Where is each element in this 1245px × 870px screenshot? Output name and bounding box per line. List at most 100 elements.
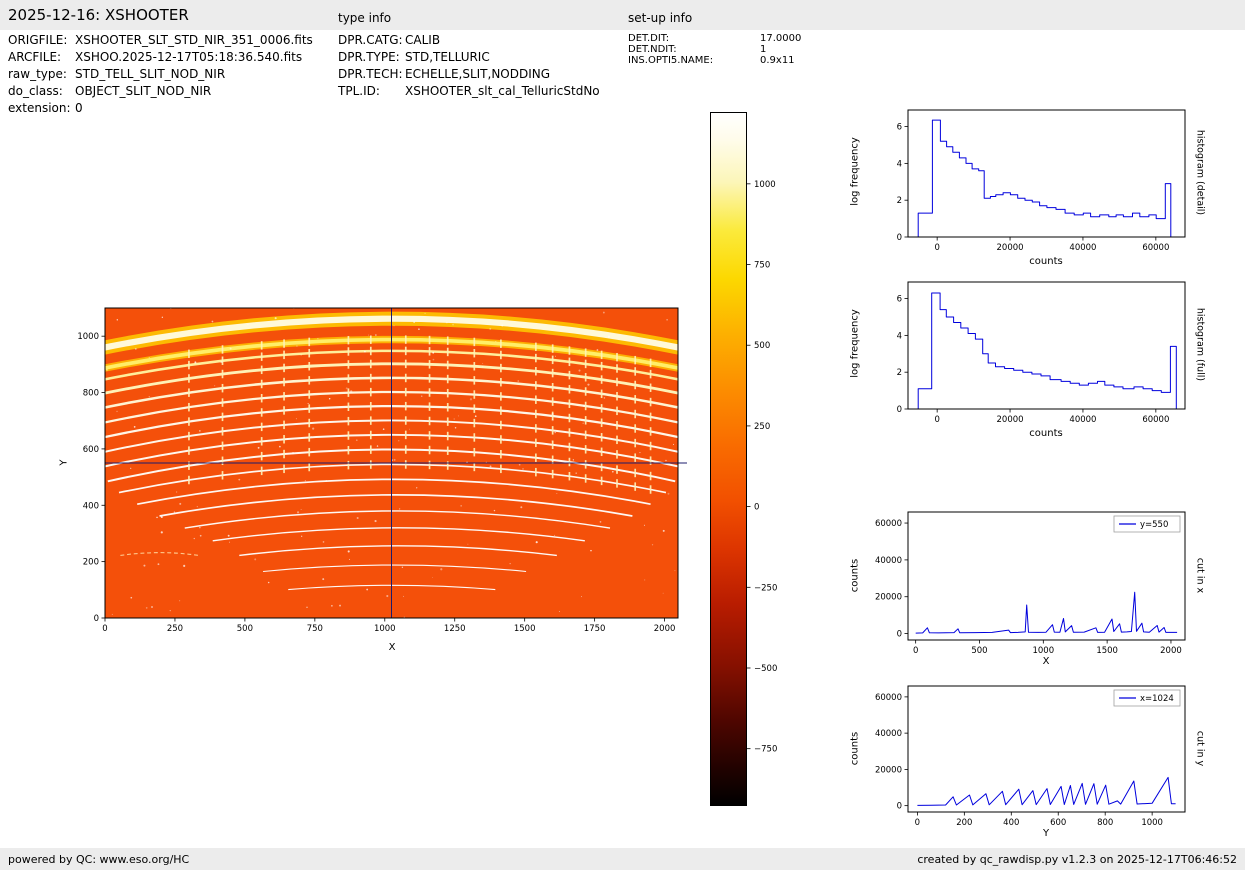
cut-in-y-plot: 0 200 400 600 800 1000 0 20000 40000 60000 x=1024 — [875, 685, 1186, 828]
svg-text:−750: −750 — [754, 745, 777, 755]
info-row-dprtech: DPR.TECH: ECHELLE,SLIT,NODDING — [338, 65, 600, 82]
svg-text:2000: 2000 — [1160, 646, 1182, 656]
histogram-detail-xlabel: counts — [1029, 256, 1063, 267]
svg-text:2: 2 — [897, 368, 902, 378]
svg-text:2000: 2000 — [654, 624, 676, 634]
info-value: 0 — [75, 100, 83, 115]
cut-in-x-ylabel: counts — [849, 558, 861, 593]
info-row-tplid: TPL.ID: XSHOOTER_slt_cal_TelluricStdNo — [338, 82, 600, 99]
info-label: TPL.ID: — [338, 83, 380, 98]
info-label: ARCFILE: — [8, 49, 62, 64]
info-value: STD_TELL_SLIT_NOD_NIR — [75, 66, 226, 81]
svg-text:750: 750 — [754, 261, 770, 271]
info-label: DET.NDIT: — [628, 44, 677, 55]
cut-in-y-ylabel: counts — [849, 731, 861, 766]
svg-text:200: 200 — [956, 818, 972, 828]
page-title: 2025-12-16: XSHOOTER — [8, 6, 189, 24]
svg-text:0: 0 — [897, 405, 902, 415]
svg-text:250: 250 — [167, 624, 183, 634]
info-value: 0.9x11 — [760, 55, 795, 66]
svg-text:500: 500 — [237, 624, 253, 634]
footer-right-text: created by qc_rawdisp.py v1.2.3 on 2025-… — [917, 852, 1237, 866]
info-value: STD,TELLURIC — [405, 49, 490, 64]
info-label: DPR.TECH: — [338, 66, 403, 81]
cut-in-y-side-label: cut in y — [1194, 730, 1206, 767]
info-label: INS.OPTI5.NAME: — [628, 55, 714, 66]
info-label: DET.DIT: — [628, 33, 670, 44]
qc-report-page: 2025-12-16: XSHOOTER type info set-up in… — [0, 0, 1245, 870]
histogram-detail-plot: 0 20000 40000 60000 0 2 4 6 — [897, 109, 1186, 253]
svg-text:500: 500 — [971, 646, 987, 656]
svg-text:1000: 1000 — [77, 332, 99, 342]
svg-text:1000: 1000 — [374, 624, 396, 634]
info-label: ORIGFILE: — [8, 32, 68, 47]
svg-text:0: 0 — [754, 503, 759, 513]
svg-text:400: 400 — [1003, 818, 1019, 828]
svg-text:60000: 60000 — [875, 519, 902, 529]
cut-in-x-xlabel: X — [1042, 656, 1050, 667]
svg-text:20000: 20000 — [997, 415, 1024, 425]
info-row-dprcatg: DPR.CATG: CALIB — [338, 31, 600, 48]
info-label: DPR.CATG: — [338, 32, 403, 47]
info-value: XSHOO.2025-12-17T05:18:36.540.fits — [75, 49, 303, 64]
svg-text:2: 2 — [897, 196, 902, 206]
svg-text:1750: 1750 — [584, 624, 606, 634]
svg-text:0: 0 — [915, 818, 920, 828]
info-row-rawtype: raw_type: STD_TELL_SLIT_NOD_NIR — [8, 65, 313, 82]
svg-text:20000: 20000 — [875, 593, 902, 603]
footer-left-text: powered by QC: www.eso.org/HC — [8, 852, 190, 866]
info-row-detdit: DET.DIT: 17.0000 — [628, 33, 801, 44]
colorbar: 1000 750 500 250 0 −250 −500 −750 — [710, 112, 777, 806]
info-value: CALIB — [405, 32, 441, 47]
svg-text:−500: −500 — [754, 664, 777, 674]
svg-text:60000: 60000 — [875, 693, 902, 703]
info-label: DPR.TYPE: — [338, 49, 400, 64]
info-value: 17.0000 — [760, 33, 802, 44]
svg-text:4: 4 — [897, 159, 902, 169]
info-label: do_class: — [8, 83, 63, 98]
info-value: OBJECT_SLIT_NOD_NIR — [75, 83, 212, 98]
svg-text:1500: 1500 — [514, 624, 536, 634]
raw-frame-axes: 0 250 500 750 1000 1250 1500 1750 2000 0 200 400 600… — [77, 307, 687, 634]
svg-text:40000: 40000 — [1069, 415, 1096, 425]
svg-text:40000: 40000 — [875, 729, 902, 739]
raw-frame-xlabel: X — [388, 642, 396, 653]
info-row-extension: extension: 0 — [8, 99, 313, 116]
file-info-column: ORIGFILE: XSHOOTER_SLT_STD_NIR_351_0006.f… — [8, 31, 313, 116]
svg-text:0: 0 — [934, 243, 939, 253]
cut-in-x-side-label: cut in x — [1194, 557, 1206, 594]
svg-text:x=1024: x=1024 — [1140, 694, 1174, 704]
svg-text:40000: 40000 — [875, 556, 902, 566]
svg-text:−250: −250 — [754, 583, 777, 593]
info-label: raw_type: — [8, 66, 67, 81]
svg-text:60000: 60000 — [1142, 243, 1169, 253]
svg-text:y=550: y=550 — [1140, 520, 1168, 530]
info-row-detndit: DET.NDIT: 1 — [628, 44, 801, 55]
setup-info-column: DET.DIT: 17.0000 DET.NDIT: 1 INS.OPTI5.NAM… — [628, 33, 801, 66]
svg-text:750: 750 — [307, 624, 323, 634]
histogram-full-side-label: histogram (full) — [1194, 307, 1206, 382]
histogram-full-xlabel: counts — [1029, 428, 1063, 439]
info-value: XSHOOTER_slt_cal_TelluricStdNo — [405, 83, 600, 98]
svg-text:0: 0 — [897, 630, 902, 640]
svg-text:1500: 1500 — [1096, 646, 1118, 656]
setup-info-heading: set-up info — [628, 11, 693, 25]
svg-text:400: 400 — [83, 501, 99, 511]
info-row-origfile: ORIGFILE: XSHOOTER_SLT_STD_NIR_351_0006.f… — [8, 31, 313, 48]
info-value: ECHELLE,SLIT,NODDING — [405, 66, 551, 81]
svg-text:800: 800 — [83, 389, 99, 399]
info-label: extension: — [8, 100, 71, 115]
svg-text:20000: 20000 — [875, 765, 902, 775]
svg-text:20000: 20000 — [997, 243, 1024, 253]
histogram-detail-ylabel: log frequency — [849, 137, 861, 206]
svg-text:0: 0 — [897, 802, 902, 812]
info-row-arcfile: ARCFILE: XSHOO.2025-12-17T05:18:36.540.fi… — [8, 48, 313, 65]
svg-text:0: 0 — [94, 614, 99, 624]
svg-text:500: 500 — [754, 341, 770, 351]
svg-text:1250: 1250 — [444, 624, 466, 634]
svg-text:200: 200 — [83, 558, 99, 568]
svg-text:60000: 60000 — [1142, 415, 1169, 425]
histogram-detail-side-label: histogram (detail) — [1194, 129, 1206, 216]
svg-text:800: 800 — [1097, 818, 1113, 828]
svg-text:40000: 40000 — [1069, 243, 1096, 253]
